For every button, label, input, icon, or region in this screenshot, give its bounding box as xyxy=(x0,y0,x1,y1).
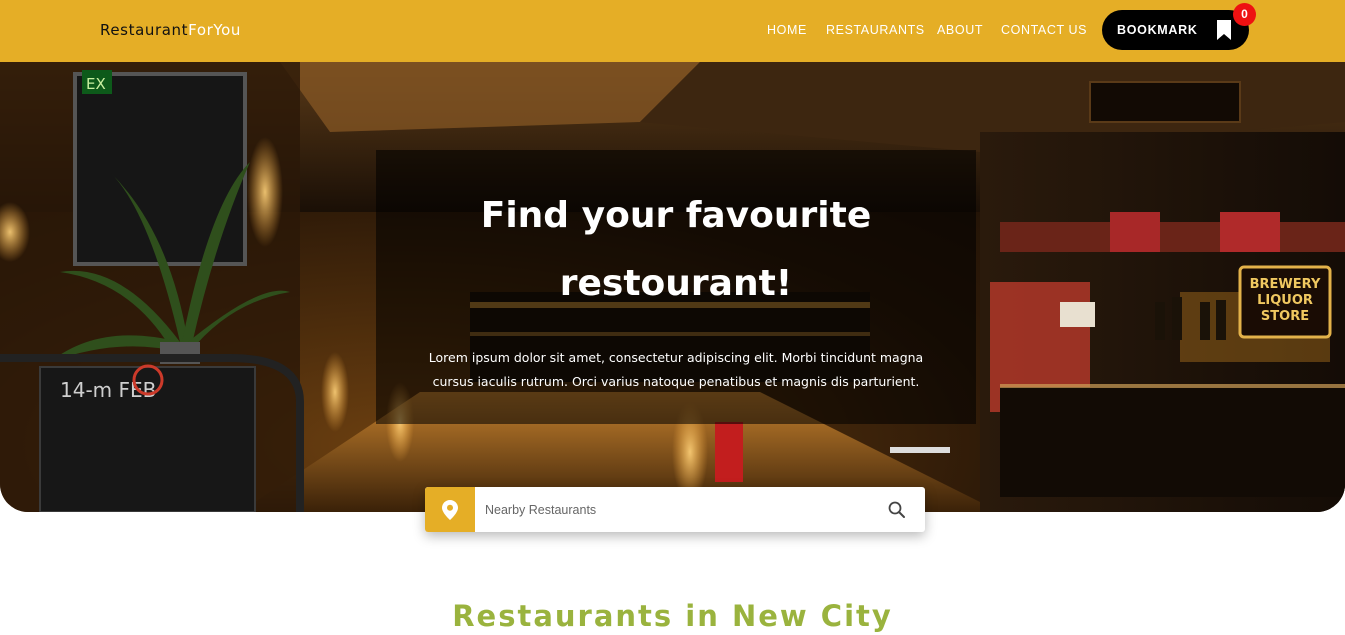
nav-link-restaurants[interactable]: RESTAURANTS xyxy=(826,23,925,37)
chalkboard-text: 14-m FEB xyxy=(60,378,156,402)
brewery-sign-line1: BREWERY xyxy=(1250,277,1321,292)
bookmark-label: BOOKMARK xyxy=(1117,23,1198,37)
brewery-sign-line2: LIQUOR xyxy=(1257,293,1313,308)
location-button[interactable] xyxy=(425,487,475,532)
restaurant-search-bar xyxy=(425,487,925,532)
search-input[interactable] xyxy=(475,487,875,532)
bookmark-icon xyxy=(1217,20,1231,40)
hero-title-line2: restourant! xyxy=(559,263,793,304)
bookmark-count-badge: 0 xyxy=(1233,3,1256,26)
nav-link-about[interactable]: ABOUT xyxy=(937,23,983,37)
exit-sign-text: EX xyxy=(86,75,106,93)
section-title: Restaurants in New City xyxy=(452,599,893,633)
nav-link-contact[interactable]: CONTACT US xyxy=(1001,23,1087,37)
map-pin-icon xyxy=(442,500,458,520)
brewery-sign-line3: STORE xyxy=(1261,309,1309,324)
search-icon[interactable] xyxy=(887,500,907,520)
hero-title-line1: Find your favourite xyxy=(480,195,872,236)
hero-banner: EX 14-m FEB BREWERY LIQUOR STORE Find yo… xyxy=(0,62,1345,512)
hero-description: Lorem ipsum dolor sit amet, consectetur … xyxy=(426,346,926,394)
nav-link-home[interactable]: HOME xyxy=(767,23,807,37)
hero-title: Find your favourite restourant! xyxy=(376,182,976,318)
hero-description-line1: Lorem ipsum dolor sit amet, consectetur … xyxy=(428,350,924,365)
bookmark-button[interactable]: BOOKMARK xyxy=(1102,10,1249,50)
hero-description-line2: cursus iaculis rutrum. Orci varius natoq… xyxy=(432,374,920,389)
navbar: RestaurantForYou HOME RESTAURANTS ABOUT … xyxy=(0,0,1345,62)
